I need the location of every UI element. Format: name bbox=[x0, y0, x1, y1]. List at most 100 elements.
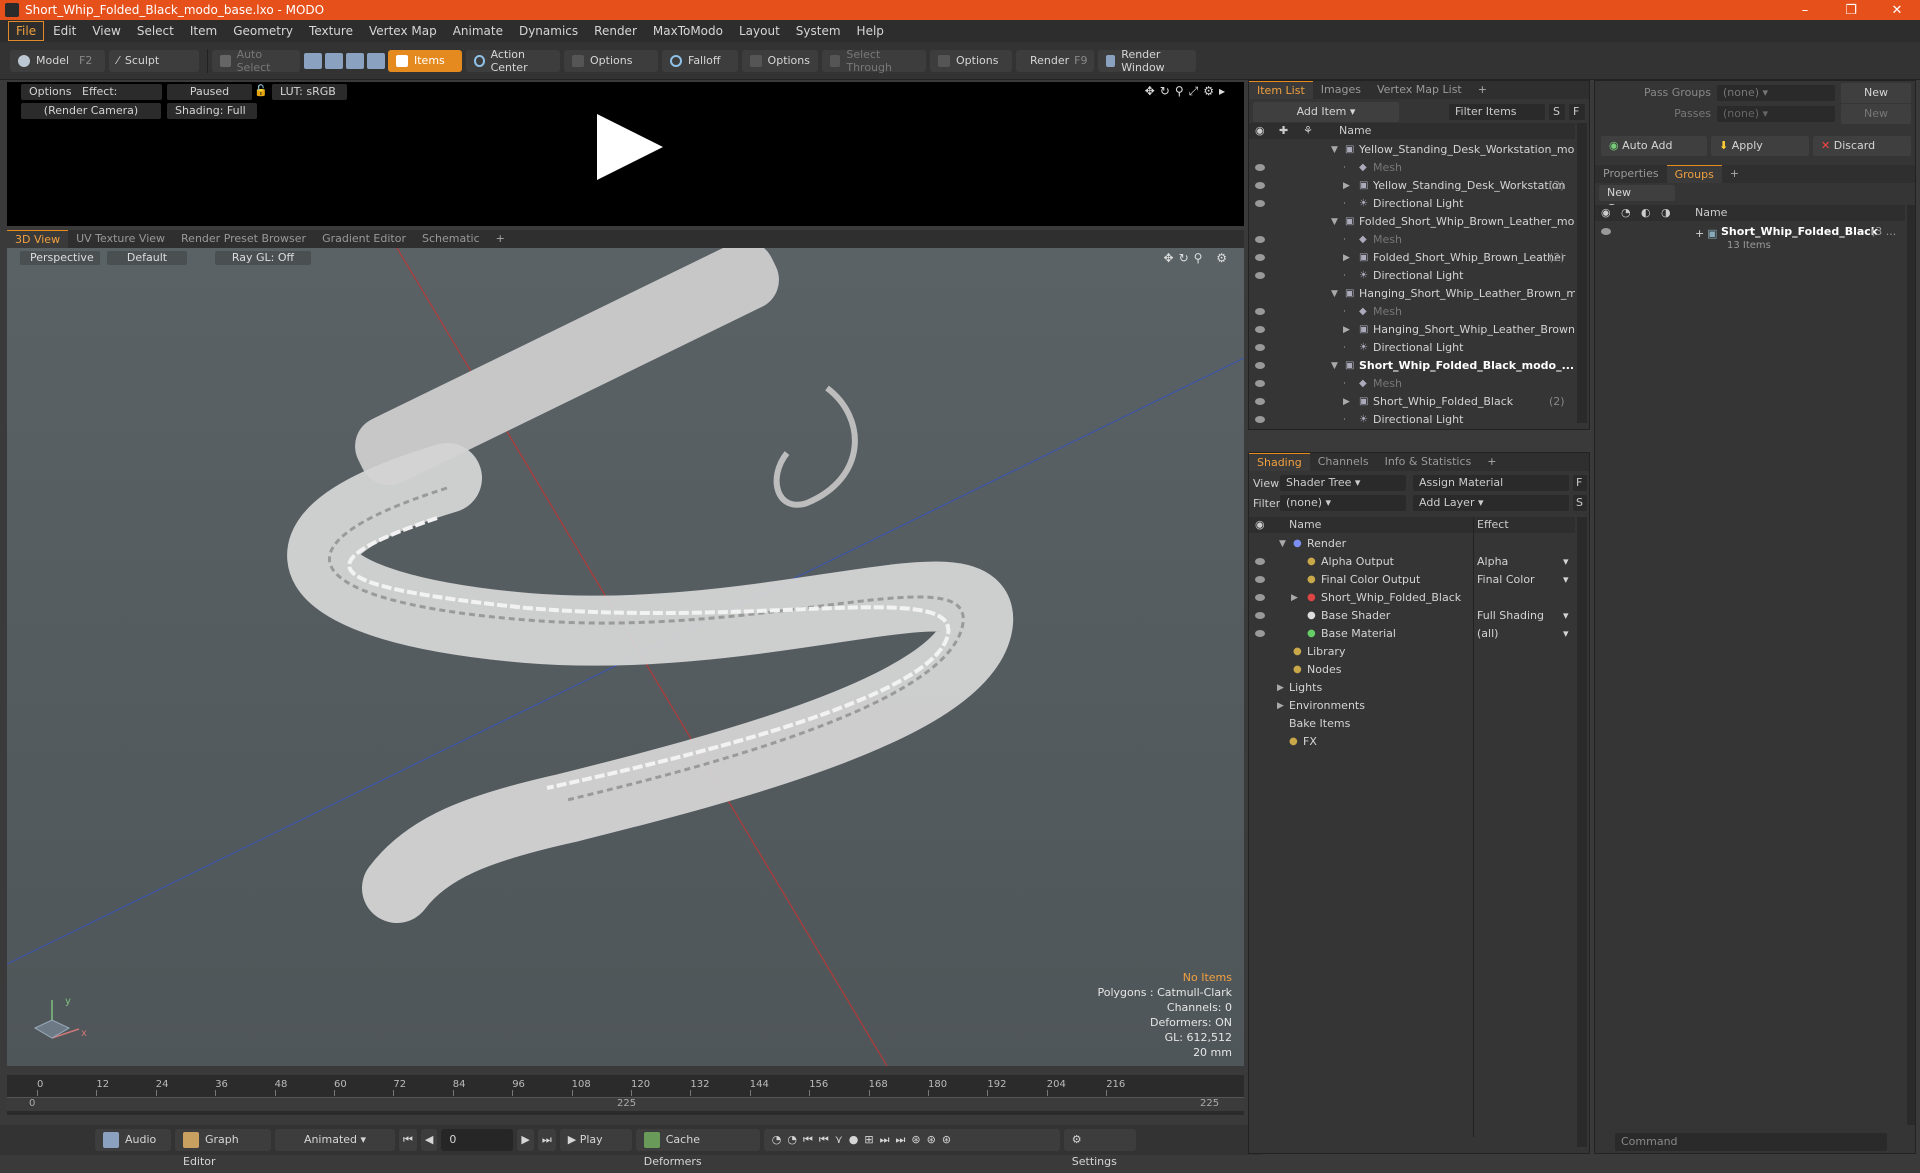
expand-arrow-icon[interactable]: ▼ bbox=[1331, 213, 1338, 231]
expand-arrow-icon[interactable]: ▶ bbox=[1343, 393, 1350, 411]
render-button[interactable]: Render F9 bbox=[1016, 49, 1094, 72]
item-list-row[interactable]: · ☀ Directional Light bbox=[1249, 195, 1575, 213]
shading-s-button[interactable]: S bbox=[1573, 495, 1587, 511]
minimize-button[interactable]: – bbox=[1782, 3, 1828, 18]
eye-icon[interactable] bbox=[1255, 630, 1265, 637]
shader-tree-row[interactable]: ● Final Color Output Final Color ▾ bbox=[1249, 571, 1575, 589]
eye-icon[interactable] bbox=[1255, 236, 1265, 243]
eye-icon[interactable] bbox=[1255, 576, 1265, 583]
eye-icon[interactable] bbox=[1255, 254, 1265, 261]
sculpt-button[interactable]: ⁄ Sculpt bbox=[109, 49, 199, 72]
eye-icon[interactable] bbox=[1255, 308, 1265, 315]
preview-effect-dropdown[interactable]: Effect: (Shadi... bbox=[74, 84, 162, 114]
assign-material-button[interactable]: Assign Material bbox=[1413, 475, 1569, 491]
eye-icon[interactable] bbox=[1255, 362, 1265, 369]
view-dropdown[interactable]: Shader Tree ▾ bbox=[1280, 475, 1406, 491]
filter-f-button[interactable]: F bbox=[1569, 104, 1585, 120]
eye-icon[interactable] bbox=[1255, 398, 1265, 405]
item-list-row[interactable]: ▶ ▣ Folded_Short_Whip_Brown_Leather (2) bbox=[1249, 249, 1575, 267]
default-style-dropdown[interactable]: Default bbox=[107, 251, 187, 265]
expand-arrow-icon[interactable]: ▶ bbox=[1343, 249, 1350, 267]
tab-properties[interactable]: Properties bbox=[1595, 165, 1667, 183]
viewport-3d[interactable]: Perspective Default Ray GL: Off ✥↻⚲ ⚙ y … bbox=[7, 248, 1244, 1066]
model-button[interactable]: Model F2 bbox=[10, 49, 105, 72]
groups-scrollbar[interactable] bbox=[1907, 205, 1915, 1125]
timeline[interactable]: 0 12 24 36 48 60 72 84 96 108 120 132 144 156 168 180 19… bbox=[7, 1075, 1244, 1115]
item-list-row[interactable]: · ◆ Mesh bbox=[1249, 375, 1575, 393]
action-center-options-button[interactable]: Options bbox=[564, 49, 658, 72]
expand-arrow-icon[interactable]: ▶ bbox=[1343, 321, 1350, 339]
expand-arrow-icon[interactable]: ▼ bbox=[1331, 285, 1338, 303]
add-item-dropdown[interactable]: Add Item ▾ bbox=[1253, 102, 1399, 122]
expand-arrow-icon[interactable]: ▶ bbox=[1277, 697, 1284, 715]
tab-groups[interactable]: Groups bbox=[1666, 165, 1722, 183]
group-row[interactable]: + ▣ Short_Whip_Folded_Black (3 ... 13 It… bbox=[1595, 223, 1905, 255]
falloff-options-button[interactable]: Options bbox=[742, 49, 818, 72]
menu-layout[interactable]: Layout bbox=[732, 22, 787, 40]
prev-key-button[interactable]: ◀ bbox=[420, 1129, 438, 1151]
shader-tree-row[interactable]: ▼ ● Render bbox=[1249, 535, 1575, 553]
shader-tree-row[interactable]: ● FX bbox=[1249, 733, 1575, 751]
preview-nav-icons[interactable]: ✥↻⚲⤢⚙▸ bbox=[1145, 84, 1230, 99]
tab-schematic[interactable]: Schematic bbox=[414, 230, 488, 248]
item-list-row[interactable]: ▼ ▣ Yellow_Standing_Desk_Workstation_mo ..… bbox=[1249, 141, 1575, 159]
graph-editor-button[interactable]: Graph Editor bbox=[175, 1129, 271, 1168]
eye-icon[interactable] bbox=[1255, 612, 1265, 619]
preview-lut-dropdown[interactable]: LUT: sRGB bbox=[272, 84, 347, 100]
lock-icon[interactable]: 🔓 bbox=[254, 84, 268, 97]
vertices-mode-icon[interactable] bbox=[304, 52, 322, 69]
tab-images[interactable]: Images bbox=[1313, 81, 1369, 99]
discard-button[interactable]: ✕ Discard bbox=[1813, 136, 1911, 156]
new-group-button[interactable]: New Group bbox=[1599, 185, 1675, 215]
shader-tree-row[interactable]: ● Base Shader Full Shading ▾ bbox=[1249, 607, 1575, 625]
perspective-dropdown[interactable]: Perspective bbox=[20, 251, 100, 265]
select-through-options-button[interactable]: Options bbox=[930, 49, 1012, 72]
shading-scrollbar[interactable] bbox=[1577, 517, 1587, 1147]
menu-vertex-map[interactable]: Vertex Map bbox=[362, 22, 444, 40]
add-tab-button[interactable]: + bbox=[1722, 165, 1747, 183]
menu-item[interactable]: Item bbox=[183, 22, 224, 40]
expand-arrow-icon[interactable]: ▶ bbox=[1277, 679, 1284, 697]
tab-item-list[interactable]: Item List bbox=[1249, 81, 1313, 99]
filter-s-button[interactable]: S bbox=[1549, 104, 1565, 120]
skip-start-button[interactable]: ⏮ bbox=[399, 1129, 417, 1151]
group-expand-icon[interactable]: + bbox=[1695, 225, 1704, 243]
settings-button[interactable]: ⚙ Settings bbox=[1063, 1129, 1136, 1168]
tab-3d-view[interactable]: 3D View bbox=[7, 230, 69, 248]
action-center-button[interactable]: Action Center bbox=[466, 48, 560, 74]
eye-icon[interactable] bbox=[1255, 416, 1265, 423]
menu-geometry[interactable]: Geometry bbox=[226, 22, 300, 40]
menu-render[interactable]: Render bbox=[587, 22, 644, 40]
item-list-row[interactable]: · ☀ Directional Light bbox=[1249, 411, 1575, 429]
eye-icon[interactable] bbox=[1255, 326, 1265, 333]
materials-mode-icon[interactable] bbox=[367, 52, 385, 69]
auto-select-button[interactable]: Auto Select bbox=[212, 48, 300, 74]
audio-button[interactable]: Audio bbox=[95, 1129, 171, 1151]
apply-button[interactable]: ⬇ Apply bbox=[1711, 136, 1809, 156]
menu-file[interactable]: File bbox=[8, 21, 45, 41]
tab-vertex-map-list[interactable]: Vertex Map List bbox=[1369, 81, 1470, 99]
chevron-down-icon[interactable]: ▾ bbox=[1563, 625, 1569, 643]
item-list-row[interactable]: · ◆ Mesh bbox=[1249, 159, 1575, 177]
item-list-row[interactable]: · ☀ Directional Light bbox=[1249, 339, 1575, 357]
tab-channels[interactable]: Channels bbox=[1310, 453, 1377, 471]
items-button[interactable]: Items bbox=[388, 49, 462, 72]
raygl-dropdown[interactable]: Ray GL: Off bbox=[215, 251, 311, 265]
shader-tree-row[interactable]: ● Library bbox=[1249, 643, 1575, 661]
eye-icon[interactable] bbox=[1601, 228, 1611, 235]
preview-paused-button[interactable]: Paused bbox=[167, 84, 252, 100]
next-key-button[interactable]: ▶ bbox=[517, 1129, 534, 1151]
filter-items-input[interactable]: Filter Items bbox=[1449, 104, 1545, 120]
tab-shading[interactable]: Shading bbox=[1249, 453, 1310, 471]
expand-arrow-icon[interactable]: ▼ bbox=[1331, 357, 1338, 375]
item-list-row[interactable]: ▼ ▣ Hanging_Short_Whip_Leather_Brown_m... bbox=[1249, 285, 1575, 303]
add-tab-button[interactable]: + bbox=[1470, 81, 1495, 99]
item-list-row[interactable]: · ◆ Mesh bbox=[1249, 303, 1575, 321]
command-input[interactable]: Command bbox=[1615, 1133, 1887, 1151]
menu-edit[interactable]: Edit bbox=[46, 22, 83, 40]
close-button[interactable]: ✕ bbox=[1874, 3, 1920, 18]
item-list-row[interactable]: ▼ ▣ Short_Whip_Folded_Black_modo_... bbox=[1249, 357, 1575, 375]
shader-tree-row[interactable]: ● Base Material (all) ▾ bbox=[1249, 625, 1575, 643]
eye-icon[interactable] bbox=[1255, 200, 1265, 207]
eye-icon[interactable] bbox=[1255, 272, 1265, 279]
